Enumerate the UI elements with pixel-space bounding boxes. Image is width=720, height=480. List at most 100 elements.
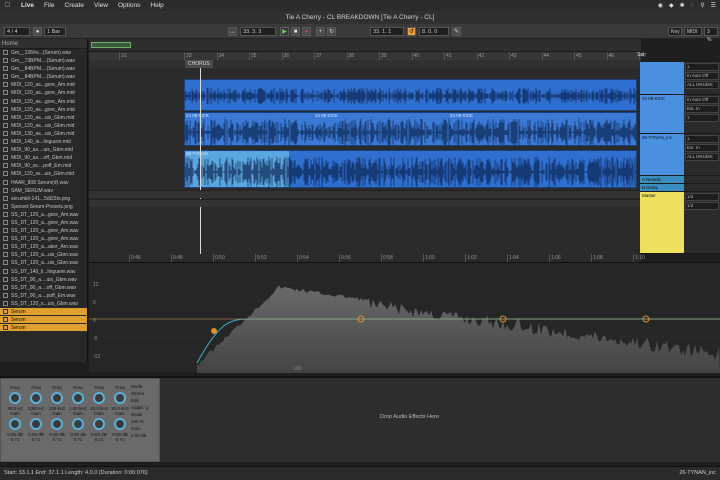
stop-button[interactable]: ■ xyxy=(291,27,300,36)
control-center-icon[interactable]: ☰ xyxy=(711,2,716,9)
eq-band-5[interactable]: Freq 10.0 kHz Gain 0.00 dB 0.71 xyxy=(89,385,109,461)
browser-item[interactable]: SS_DT_90_a....poff_Em.wav xyxy=(0,292,87,300)
browser-item[interactable]: SS_DT_120_a...gore_Am.wav xyxy=(0,211,87,219)
browser-item[interactable]: SS_DT_120_s...uis_Gbm.wav xyxy=(0,300,87,308)
gain-knob[interactable] xyxy=(51,418,63,430)
gain-knob[interactable] xyxy=(93,418,105,430)
eq-eight-device[interactable]: Freq 30.0 Hz Gain 0.00 dB 0.71 Freq 1000 Hz Gai… xyxy=(0,378,160,462)
track-header[interactable]: B Delay xyxy=(640,184,720,192)
menu-view[interactable]: View xyxy=(94,2,108,9)
browser-item[interactable]: SS_DT_90_a....off_Gbm.wav xyxy=(0,284,87,292)
gain-knob[interactable] xyxy=(30,418,42,430)
loop-length-display[interactable]: 8. 0. 0 xyxy=(419,27,449,36)
browser-item[interactable]: Serum xyxy=(0,316,87,325)
wifi-icon[interactable]: ◌ xyxy=(691,3,695,9)
adaptive-q-toggle[interactable]: Adapt. Q xyxy=(131,404,157,411)
track-header[interactable]: Master 1/2 1/2 xyxy=(640,192,720,254)
browser-item[interactable]: HAAR_808 Serum(d).wav xyxy=(0,179,87,187)
overdub-icon[interactable]: + xyxy=(316,27,325,36)
clip-drums-top[interactable] xyxy=(184,79,637,111)
browser-item[interactable]: SS_DT_120_a...gore_Am.wav xyxy=(0,227,87,236)
automation-arm-icon[interactable]: ↻ xyxy=(327,27,336,36)
follow-icon[interactable]: → xyxy=(228,27,237,36)
track-io-num[interactable]: 1 xyxy=(685,135,719,143)
browser-item[interactable]: MIDI_90_ss....poff_Em.mid xyxy=(0,162,87,171)
mode-select[interactable]: Stereo xyxy=(131,390,157,397)
browser-item[interactable]: Gm__84BPM....(Serum).wav xyxy=(0,65,87,74)
eq-band-handle-1[interactable] xyxy=(211,328,217,334)
track-name[interactable]: B Delay xyxy=(640,184,684,191)
loop-toggle-button[interactable]: ↺ xyxy=(407,27,416,36)
locator-chorus[interactable]: CHORUS xyxy=(185,60,213,68)
track-io-in[interactable]: In Auto Off xyxy=(685,72,719,80)
draw-mode-icon[interactable]: ✎ xyxy=(452,27,461,36)
midi-map-button[interactable]: MIDI xyxy=(684,27,702,36)
browser-item[interactable]: MIDI_120_as...uis_Gbm.mid xyxy=(0,122,87,130)
track-name[interactable]: Master xyxy=(640,192,684,253)
track-io-num[interactable]: 1 xyxy=(685,63,719,71)
track-io-in[interactable]: 1/2 xyxy=(685,193,719,201)
set-button[interactable]: Set xyxy=(637,52,645,58)
track-io-route[interactable]: ALL DRUMS xyxy=(685,81,719,89)
browser-item[interactable]: MIDI_120_ss...uis_Gbm.mid xyxy=(0,170,87,179)
freq-knob[interactable] xyxy=(30,392,42,404)
eq-spectrum[interactable]: 12 6 0 -6 -12 100 xyxy=(89,263,720,373)
browser-item[interactable]: SS_DT_120_a...gore_Am.wav xyxy=(0,235,87,244)
eq-band-2[interactable]: Freq 1000 Hz Gain 0.00 dB 0.71 xyxy=(26,385,46,461)
time-ruler[interactable]: 0:46 0:48 0:50 0:52 0:54 0:56 0:58 1:00 1:02 1:04… xyxy=(89,254,645,262)
band-q-value[interactable]: 0.71 xyxy=(47,437,67,442)
track-io-num[interactable]: In Auto Off xyxy=(685,96,719,104)
play-button[interactable]: ▶ xyxy=(280,27,289,36)
menu-help[interactable]: Help xyxy=(150,2,163,9)
output-gain-value[interactable]: 0.00 dB xyxy=(131,432,157,439)
menu-options[interactable]: Options xyxy=(118,2,140,9)
browser-item[interactable]: SAM_SERUM.wav xyxy=(0,187,87,195)
browser-item[interactable]: MIDI_120_as...gore_Am.mid xyxy=(0,81,87,90)
dropbox-icon[interactable]: ◆ xyxy=(669,2,674,9)
freq-knob[interactable] xyxy=(93,392,105,404)
eq-band-1[interactable]: Freq 30.0 Hz Gain 0.00 dB 0.71 xyxy=(5,385,25,461)
band-q-value[interactable]: 0.71 xyxy=(5,437,25,442)
playhead[interactable] xyxy=(200,68,201,254)
track-io-route[interactable]: 1/2 xyxy=(685,202,719,210)
browser-item[interactable]: MIDI_120_as...gore_Am.mid xyxy=(0,89,87,98)
menu-app[interactable]: Live xyxy=(21,2,34,9)
browser-item[interactable]: MIDI_120_as...gore_Am.mid xyxy=(0,106,87,114)
search-icon[interactable]: ⚲ xyxy=(700,2,704,9)
browser-item[interactable]: MIDI_140_ia...linguere.mid xyxy=(0,138,87,147)
browser-item[interactable]: Gm__73BPM....(Serum).wav xyxy=(0,57,87,66)
scale-value[interactable]: 100 % xyxy=(131,418,157,425)
band-q-value[interactable]: 0.71 xyxy=(89,437,109,442)
locator-lane[interactable]: CHORUS Set xyxy=(89,52,645,68)
browser-item[interactable]: SS_DT_120_a...aker_Am.wav xyxy=(0,243,87,252)
clip-kick-row[interactable]: 24 08 KICK 24 08 KICK 24 08 KICK xyxy=(184,112,637,146)
eq-band-4[interactable]: Freq 1.00 kHz Gain 0.00 dB 0.71 xyxy=(68,385,88,461)
freq-knob[interactable] xyxy=(51,392,63,404)
track-io-route[interactable]: 1 xyxy=(685,114,719,122)
overview-strip[interactable] xyxy=(89,39,641,52)
track-name[interactable]: 26-TYNAN_inc xyxy=(640,134,684,175)
browser-item[interactable]: MIDI_90_as....off_Gbm.mid xyxy=(0,154,87,163)
record-icon[interactable]: ◉ xyxy=(658,2,663,9)
browser-item[interactable]: MIDI_120_as...gore_Am.mid xyxy=(0,98,87,106)
browser-item[interactable]: SS_DT_120_a...uis_Gbm.wav xyxy=(0,259,87,268)
freq-knob[interactable] xyxy=(9,392,21,404)
eq-band-3[interactable]: Freq 100 kHz Gain 0.00 dB 0.71 xyxy=(47,385,67,461)
apple-icon[interactable]:  xyxy=(5,2,11,9)
key-map-button[interactable]: Key xyxy=(668,27,682,36)
overview-viewport[interactable] xyxy=(91,42,131,48)
browser-item[interactable]: Speced-Serum-Presets.png xyxy=(0,203,87,211)
loop-start-display[interactable]: 33. 1. 1 xyxy=(370,27,404,36)
browser-item[interactable]: MIDI_130_as...uis_Gbm.mid xyxy=(0,130,87,139)
freq-knob[interactable] xyxy=(72,392,84,404)
record-button[interactable]: ● xyxy=(302,27,311,36)
track-io-in[interactable]: Ext. In xyxy=(685,144,719,152)
browser-item[interactable]: SS_DT_140_li...linguere.wav xyxy=(0,268,87,276)
menu-file[interactable]: File xyxy=(44,2,54,9)
browser-item[interactable]: MIDI_120_as...uis_Gbm.mid xyxy=(0,114,87,122)
gain-knob[interactable] xyxy=(72,418,84,430)
eq-display[interactable]: 12 6 0 -6 -12 100 xyxy=(89,262,720,373)
eq-band-6[interactable]: Freq 10.0 kHz Gain 0.00 dB 0.71 xyxy=(110,385,130,461)
band-q-value[interactable]: 0.71 xyxy=(110,437,130,442)
band-q-value[interactable]: 0.71 xyxy=(68,437,88,442)
